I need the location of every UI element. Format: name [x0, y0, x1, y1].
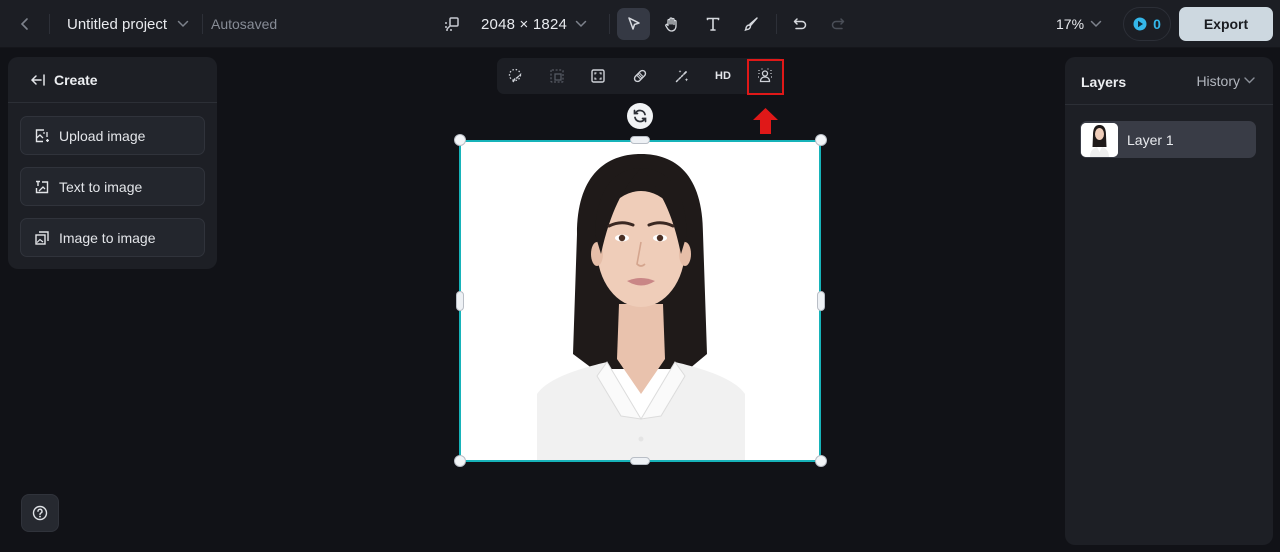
image-to-image-button[interactable]: Image to image [20, 218, 205, 257]
upscale-hd-button[interactable]: HD [708, 62, 738, 90]
rotate-refresh-icon [633, 109, 647, 123]
layer-thumbnail [1081, 122, 1118, 157]
divider [609, 14, 610, 34]
top-bar: Untitled project Autosaved 2048 × 1824 1… [0, 0, 1280, 48]
canvas-image-layer[interactable] [459, 140, 821, 462]
resize-handle-top[interactable] [630, 136, 650, 144]
chevron-down-icon [575, 20, 587, 28]
upload-image-button[interactable]: Upload image [20, 116, 205, 155]
help-button[interactable] [21, 494, 59, 532]
resize-handle-bottom[interactable] [630, 457, 650, 465]
red-arrow-annotation-icon [753, 108, 778, 134]
resize-handle-bottom-right[interactable] [815, 455, 827, 467]
hd-label: HD [715, 70, 731, 82]
image-to-image-icon [35, 230, 49, 245]
undo-icon [793, 18, 806, 30]
canvas-size[interactable]: 2048 × 1824 [481, 14, 567, 34]
collapse-left-icon [30, 73, 45, 86]
text-to-image-button[interactable]: Text to image [20, 167, 205, 206]
text-to-image-label: Text to image [59, 178, 143, 195]
resize-handle-bottom-left[interactable] [454, 455, 466, 467]
divider [202, 14, 203, 34]
inpaint-button[interactable] [501, 62, 531, 90]
zoom-dropdown[interactable] [1087, 14, 1105, 34]
paintbrush-icon [743, 17, 758, 32]
credits-badge[interactable]: 0 [1123, 7, 1171, 41]
history-tab[interactable]: History [1196, 73, 1255, 89]
hand-tool-button[interactable] [655, 8, 688, 40]
portrait-photo [537, 154, 745, 460]
expand-frame-icon [550, 69, 564, 83]
layer-name: Layer 1 [1127, 131, 1174, 148]
history-label: History [1196, 72, 1240, 89]
credits-count: 0 [1153, 16, 1161, 32]
undo-button[interactable] [783, 8, 816, 40]
layers-tab[interactable]: Layers [1081, 74, 1126, 90]
question-circle-icon [32, 505, 48, 521]
resize-icon [445, 17, 459, 31]
divider [776, 14, 777, 34]
resize-handle-top-right[interactable] [815, 134, 827, 146]
create-panel-title: Create [54, 71, 98, 88]
chevron-down-icon [1244, 77, 1255, 84]
redo-button[interactable] [821, 8, 854, 40]
crop-frame-icon [591, 69, 605, 83]
eraser-bandage-icon [633, 69, 647, 83]
project-menu-button[interactable] [174, 14, 192, 34]
zoom-level[interactable]: 17% [1056, 14, 1084, 34]
text-tool-button[interactable] [696, 8, 729, 40]
text-T-icon [706, 17, 719, 31]
layer-item[interactable]: Layer 1 [1080, 121, 1256, 158]
rotate-button[interactable] [627, 103, 653, 129]
expand-button[interactable] [542, 62, 572, 90]
select-tool-button[interactable] [617, 8, 650, 40]
project-title[interactable]: Untitled project [67, 14, 167, 34]
resize-handle-left[interactable] [456, 291, 464, 311]
redo-icon [831, 18, 844, 30]
layers-panel: Layers History Layer 1 [1065, 57, 1273, 545]
hand-icon [665, 16, 677, 32]
chevron-left-icon [20, 18, 28, 30]
create-panel-header[interactable]: Create [8, 57, 217, 103]
pointer-arrow-icon [627, 17, 640, 30]
save-status: Autosaved [211, 16, 278, 32]
divider [49, 14, 50, 34]
create-panel: Create Upload image Text to image Image … [8, 57, 217, 269]
crop-button[interactable] [583, 62, 613, 90]
credit-coin-icon [1133, 17, 1147, 31]
resize-handle-right[interactable] [817, 291, 825, 311]
upload-image-icon [35, 128, 49, 142]
eraser-button[interactable] [625, 62, 655, 90]
resize-handle-top-left[interactable] [454, 134, 466, 146]
remove-background-button[interactable] [750, 62, 780, 90]
brush-tool-button[interactable] [734, 8, 767, 40]
back-button[interactable] [12, 12, 38, 36]
chevron-down-icon [1090, 20, 1102, 28]
magic-wand-button[interactable] [667, 62, 697, 90]
person-background-icon [758, 68, 772, 83]
export-button[interactable]: Export [1179, 7, 1273, 41]
image-tools-toolbar: HD [497, 58, 784, 94]
image-to-image-label: Image to image [59, 229, 156, 246]
canvas-size-dropdown[interactable] [572, 14, 590, 34]
upload-image-label: Upload image [59, 127, 146, 144]
resize-canvas-button[interactable] [442, 14, 462, 34]
text-to-image-icon [35, 180, 49, 193]
layers-panel-header: Layers History [1065, 57, 1273, 105]
chevron-down-icon [177, 20, 189, 28]
lasso-brush-icon [508, 68, 522, 83]
magic-wand-icon [675, 70, 689, 83]
